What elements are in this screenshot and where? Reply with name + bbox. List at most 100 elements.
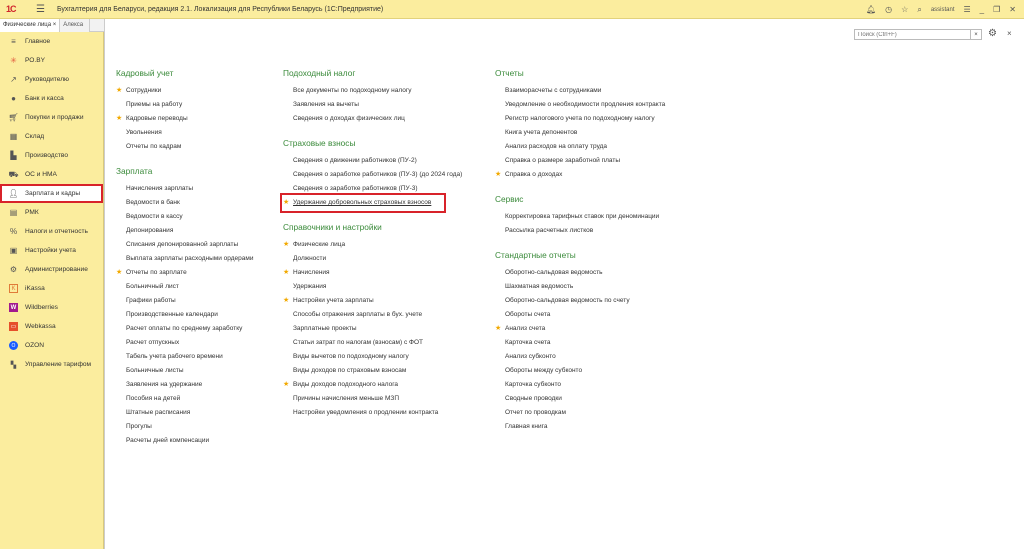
menu-link[interactable]: ★ Виды доходов подоходного налога bbox=[283, 378, 462, 392]
sidebar-item-production[interactable]: ▙ Производство bbox=[0, 146, 103, 165]
menu-link[interactable]: ★ Анализ счета bbox=[495, 322, 665, 336]
sidebar-item-webkassa[interactable]: ▭ Webkassa bbox=[0, 317, 103, 336]
menu-link[interactable]: Способы отражения зарплаты в бух. учете bbox=[283, 308, 462, 322]
menu-link[interactable]: Расчеты дней компенсации bbox=[116, 434, 253, 448]
menu-link[interactable]: Выплата зарплаты расходными ордерами bbox=[116, 252, 253, 266]
menu-link[interactable]: Производственные календари bbox=[116, 308, 253, 322]
menu-link[interactable]: Заявления на вычеты bbox=[283, 98, 462, 112]
bell-icon[interactable]: 🔔︎ bbox=[866, 5, 876, 14]
menu-link[interactable]: Табель учета рабочего времени bbox=[116, 350, 253, 364]
menu-link[interactable]: Главная книга bbox=[495, 420, 665, 434]
menu-link[interactable]: Книга учета депонентов bbox=[495, 126, 665, 140]
menu-link[interactable]: ★ Справка о доходах bbox=[495, 168, 665, 182]
sidebar-item-assets[interactable]: ⛟ ОС и НМА bbox=[0, 165, 103, 184]
sidebar-item-taxes[interactable]: % Налоги и отчетность bbox=[0, 222, 103, 241]
menu-link[interactable]: ★ Настройки учета зарплаты bbox=[283, 294, 462, 308]
menu-link[interactable]: Расчет оплаты по среднему заработку bbox=[116, 322, 253, 336]
sidebar-item-account-settings[interactable]: ▣ Настройки учета bbox=[0, 241, 103, 260]
history-icon[interactable]: ◷ bbox=[885, 5, 892, 14]
menu-link[interactable]: Карточка субконто bbox=[495, 378, 665, 392]
menu-link[interactable]: Виды доходов по страховым взносам bbox=[283, 364, 462, 378]
menu-link[interactable]: Сведения о движении работников (ПУ-2) bbox=[283, 154, 462, 168]
factory-icon: ▙ bbox=[10, 151, 17, 160]
menu-link[interactable]: Обороты счета bbox=[495, 308, 665, 322]
search-clear-button[interactable]: × bbox=[970, 30, 981, 39]
menu-link[interactable]: Уведомление о необходимости продления ко… bbox=[495, 98, 665, 112]
menu-link[interactable]: Сведения о доходах физических лиц bbox=[283, 112, 462, 126]
menu-link[interactable]: Статьи затрат по налогам (взносам) с ФОТ bbox=[283, 336, 462, 350]
link-highlighted[interactable]: ★ Удержание добровольных страховых взносо… bbox=[280, 193, 446, 213]
minimize-icon[interactable]: _ bbox=[980, 5, 984, 14]
main-menu-icon[interactable]: ☰ bbox=[36, 4, 45, 15]
menu-link[interactable]: Отчеты по кадрам bbox=[116, 140, 253, 154]
menu-link[interactable]: ★ Начисления bbox=[283, 266, 462, 280]
sidebar-item-director[interactable]: ↗ Руководителю bbox=[0, 70, 103, 89]
menu-link[interactable]: Регистр налогового учета по подоходному … bbox=[495, 112, 665, 126]
sidebar-item-warehouse[interactable]: ▦ Склад bbox=[0, 127, 103, 146]
sidebar-item-salary[interactable]: 👤︎ Зарплата и кадры bbox=[0, 184, 103, 203]
menu-link[interactable]: Шахматная ведомость bbox=[495, 280, 665, 294]
menu-link[interactable]: Сведения о заработке работников (ПУ-3) (… bbox=[283, 168, 462, 182]
sidebar-item-wildberries[interactable]: W Wildberries bbox=[0, 298, 103, 317]
menu-link[interactable]: Должности bbox=[283, 252, 462, 266]
menu-link[interactable]: Причины начисления меньше МЗП bbox=[283, 392, 462, 406]
menu-link[interactable]: Обороты между субконто bbox=[495, 364, 665, 378]
menu-link[interactable]: Анализ расходов на оплату труда bbox=[495, 140, 665, 154]
menu-link[interactable]: Ведомости в банк bbox=[116, 196, 253, 210]
menu-link[interactable]: Корректировка тарифных ставок при деноми… bbox=[495, 210, 665, 224]
menu-link[interactable]: Анализ субконто bbox=[495, 350, 665, 364]
sidebar-item-bank[interactable]: ● Банк и касса bbox=[0, 89, 103, 108]
sidebar-item-sales[interactable]: 🛒︎ Покупки и продажи bbox=[0, 108, 103, 127]
menu-link[interactable]: Отчет по проводкам bbox=[495, 406, 665, 420]
menu-link[interactable]: Виды вычетов по подоходному налогу bbox=[283, 350, 462, 364]
menu-link[interactable]: Оборотно-сальдовая ведомость bbox=[495, 266, 665, 280]
menu-link[interactable]: Сводные проводки bbox=[495, 392, 665, 406]
menu-link[interactable]: Штатные расписания bbox=[116, 406, 253, 420]
menu-link[interactable]: Прогулы bbox=[116, 420, 253, 434]
star-icon[interactable]: ☆ bbox=[901, 5, 908, 14]
panel-close-icon[interactable]: × bbox=[1007, 29, 1012, 38]
menu-link[interactable]: Заявления на удержание bbox=[116, 378, 253, 392]
menu-link[interactable]: Карточка счета bbox=[495, 336, 665, 350]
menu-link[interactable]: ★ Отчеты по зарплате bbox=[116, 266, 253, 280]
menu-link[interactable]: Настройки уведомления о продлении контра… bbox=[283, 406, 462, 420]
search-icon[interactable]: ⌕ bbox=[917, 5, 921, 15]
sidebar-item-admin[interactable]: ⚙ Администрирование bbox=[0, 260, 103, 279]
search-input[interactable] bbox=[855, 30, 970, 39]
menu-link[interactable]: Взаиморасчеты с сотрудниками bbox=[495, 84, 665, 98]
menu-link[interactable]: Больничный лист bbox=[116, 280, 253, 294]
menu-link[interactable]: Расчет отпускных bbox=[116, 336, 253, 350]
tab-second[interactable]: Алекса bbox=[60, 18, 91, 32]
menu-link[interactable]: Депонирования bbox=[116, 224, 253, 238]
window-close-icon[interactable]: ✕ bbox=[1009, 5, 1016, 14]
menu-link[interactable]: Все документы по подоходному налогу bbox=[283, 84, 462, 98]
user-name[interactable]: assistant bbox=[931, 7, 955, 13]
sidebar-item-main[interactable]: ≡ Главное bbox=[0, 32, 103, 51]
tab-fizlica[interactable]: Физические лица × bbox=[0, 18, 61, 32]
menu-link[interactable]: Оборотно-сальдовая ведомость по счету bbox=[495, 294, 665, 308]
maximize-icon[interactable]: ❐ bbox=[993, 5, 1000, 14]
menu-link[interactable]: Начисления зарплаты bbox=[116, 182, 253, 196]
menu-link[interactable]: Списания депонированной зарплаты bbox=[116, 238, 253, 252]
menu-link[interactable]: ★ Физические лица bbox=[283, 238, 462, 252]
menu-link[interactable]: Зарплатные проекты bbox=[283, 322, 462, 336]
menu-link[interactable]: ★ Кадровые переводы bbox=[116, 112, 253, 126]
settings-lines-icon[interactable]: ☰ bbox=[964, 5, 971, 14]
menu-link[interactable]: Справка о размере заработной платы bbox=[495, 154, 665, 168]
menu-link[interactable]: Ведомости в кассу bbox=[116, 210, 253, 224]
sidebar-item-rmk[interactable]: ▤ РМК bbox=[0, 203, 103, 222]
menu-link[interactable]: Удержания bbox=[283, 280, 462, 294]
menu-link[interactable]: Больничные листы bbox=[116, 364, 253, 378]
menu-link[interactable]: Увольнения bbox=[116, 126, 253, 140]
sidebar-item-tariff[interactable]: ▚ Управление тарифом bbox=[0, 355, 103, 374]
panel-settings-icon[interactable]: ⚙ bbox=[988, 28, 997, 39]
menu-link[interactable]: Пособия на детей bbox=[116, 392, 253, 406]
sidebar-item-roby[interactable]: ✳ РО.BY bbox=[0, 51, 103, 70]
menu-link[interactable]: Сведения о заработке работников (ПУ-3) bbox=[283, 182, 462, 196]
sidebar-item-ozon[interactable]: O OZON bbox=[0, 336, 103, 355]
menu-link[interactable]: Приемы на работу bbox=[116, 98, 253, 112]
menu-link[interactable]: ★ Сотрудники bbox=[116, 84, 253, 98]
sidebar-item-ikassa[interactable]: KiKassa bbox=[0, 279, 103, 298]
menu-link[interactable]: Графики работы bbox=[116, 294, 253, 308]
menu-link[interactable]: Рассылка расчетных листков bbox=[495, 224, 665, 238]
